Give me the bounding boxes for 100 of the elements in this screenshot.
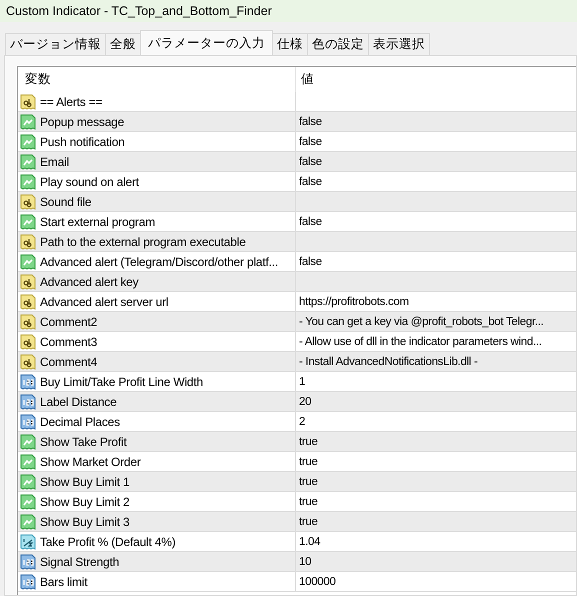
parameter-name: Show Market Order <box>40 454 141 468</box>
toggle-type-icon <box>20 494 36 510</box>
parameter-name: Popup message <box>40 114 124 128</box>
parameter-name: Comment2 <box>40 314 98 328</box>
text-type-icon <box>20 94 36 110</box>
tab[interactable]: パラメーターの入力 <box>140 30 273 55</box>
parameter-row[interactable]: == Alerts == <box>18 92 576 112</box>
parameter-value[interactable]: 2 <box>296 412 576 431</box>
parameter-value[interactable]: 1.04 <box>296 532 576 551</box>
toggle-type-icon <box>20 114 36 130</box>
tab[interactable]: 表示選択 <box>368 33 430 55</box>
parameter-value[interactable]: false <box>296 152 576 171</box>
parameter-value[interactable]: true <box>296 472 576 491</box>
parameter-value[interactable]: true <box>296 492 576 511</box>
parameter-row[interactable]: Popup message false <box>18 112 576 132</box>
fraction-type-icon <box>20 534 36 550</box>
parameter-name: Play sound on alert <box>40 174 139 188</box>
parameter-value[interactable]: false <box>296 252 576 271</box>
parameter-name: Advanced alert key <box>40 274 138 288</box>
parameter-name: Show Buy Limit 2 <box>40 494 130 508</box>
parameter-name: Show Buy Limit 1 <box>40 474 130 488</box>
parameter-value[interactable]: false <box>296 212 576 231</box>
parameter-value[interactable]: - You can get a key via @profit_robots_bot Telegr... <box>296 312 576 331</box>
parameter-name: Push notification <box>40 134 125 148</box>
parameter-row[interactable]: Push notification false <box>18 132 576 152</box>
parameter-name: Bars limit <box>40 574 88 588</box>
parameter-value[interactable]: true <box>296 512 576 531</box>
parameter-value[interactable]: 10 <box>296 552 576 571</box>
toggle-type-icon <box>20 474 36 490</box>
parameter-row[interactable]: Advanced alert server url https://profitrobots.com <box>18 292 576 312</box>
parameter-value[interactable]: true <box>296 432 576 451</box>
text-type-icon <box>20 354 36 370</box>
parameter-row[interactable]: Comment3 - Allow use of dll in the indicator parameters wind... <box>18 332 576 352</box>
parameter-value[interactable]: false <box>296 112 576 131</box>
parameter-name: Advanced alert server url <box>40 294 168 308</box>
parameter-name: Buy Limit/Take Profit Line Width <box>40 374 204 388</box>
parameter-row[interactable]: Advanced alert (Telegram/Discord/other platf... false <box>18 252 576 272</box>
parameter-row[interactable]: Sound file <box>18 192 576 212</box>
parameter-value[interactable]: 1 <box>296 372 576 391</box>
parameter-row[interactable]: Advanced alert key <box>18 272 576 292</box>
parameter-name: Comment4 <box>40 354 98 368</box>
parameter-value[interactable]: - Allow use of dll in the indicator parameters wind... <box>296 332 576 351</box>
toggle-type-icon <box>20 454 36 470</box>
number-type-icon <box>20 574 36 590</box>
parameter-name: Take Profit % (Default 4%) <box>40 534 176 548</box>
parameter-value[interactable]: 100000 <box>296 572 576 591</box>
parameter-row[interactable]: Show Take Profit true <box>18 432 576 452</box>
toggle-type-icon <box>20 154 36 170</box>
column-header[interactable]: 値 <box>296 67 576 92</box>
parameter-value[interactable]: https://profitrobots.com <box>296 292 576 311</box>
toggle-type-icon <box>20 434 36 450</box>
toggle-type-icon <box>20 174 36 190</box>
parameter-name: Show Take Profit <box>40 434 127 448</box>
parameter-row[interactable]: Play sound on alert false <box>18 172 576 192</box>
parameter-name: Comment3 <box>40 334 98 348</box>
parameter-name: Email <box>40 154 70 168</box>
text-type-icon <box>20 314 36 330</box>
parameter-row[interactable]: Take Profit % (Default 4%) 1.04 <box>18 532 576 552</box>
parameter-name: Signal Strength <box>40 554 120 568</box>
toggle-type-icon <box>20 134 36 150</box>
parameter-row[interactable]: Path to the external program executable <box>18 232 576 252</box>
window-title: Custom Indicator - TC_Top_and_Bottom_Finder <box>0 0 577 22</box>
parameter-row[interactable]: Start external program false <box>18 212 576 232</box>
text-type-icon <box>20 294 36 310</box>
parameter-row[interactable]: Show Market Order true <box>18 452 576 472</box>
number-type-icon <box>20 374 36 390</box>
text-type-icon <box>20 194 36 210</box>
parameter-name: Label Distance <box>40 394 117 408</box>
parameter-value[interactable]: true <box>296 452 576 471</box>
parameter-row[interactable]: Email false <box>18 152 576 172</box>
number-type-icon <box>20 554 36 570</box>
parameter-row[interactable]: Show Buy Limit 3 true <box>18 512 576 532</box>
number-type-icon <box>20 414 36 430</box>
parameter-row[interactable]: Show Buy Limit 1 true <box>18 472 576 492</box>
text-type-icon <box>20 274 36 290</box>
toggle-type-icon <box>20 254 36 270</box>
parameter-value[interactable]: false <box>296 172 576 191</box>
parameter-name: Advanced alert (Telegram/Discord/other platf... <box>40 254 278 268</box>
text-type-icon <box>20 234 36 250</box>
toggle-type-icon <box>20 514 36 530</box>
tab[interactable]: バージョン情報 <box>5 33 106 55</box>
text-type-icon <box>20 334 36 350</box>
parameter-row[interactable]: Comment2 - You can get a key via @profit_robots_bot Telegr... <box>18 312 576 332</box>
parameter-name: Sound file <box>40 194 92 208</box>
parameter-name: Show Buy Limit 3 <box>40 514 130 528</box>
parameter-row[interactable]: Label Distance 20 <box>18 392 576 412</box>
parameter-name: == Alerts == <box>40 94 102 108</box>
parameter-value[interactable]: false <box>296 132 576 151</box>
toggle-type-icon <box>20 214 36 230</box>
parameter-value[interactable]: - Install AdvancedNotificationsLib.dll - <box>296 352 576 371</box>
parameter-name: Decimal Places <box>40 414 120 428</box>
parameter-row[interactable]: Bars limit 100000 <box>18 572 576 592</box>
parameter-value[interactable]: 20 <box>296 392 576 411</box>
parameter-name: Start external program <box>40 214 155 228</box>
parameter-row[interactable]: Signal Strength 10 <box>18 552 576 572</box>
parameter-name: Path to the external program executable <box>40 234 246 248</box>
parameter-row[interactable]: Buy Limit/Take Profit Line Width 1 <box>18 372 576 392</box>
parameter-row[interactable]: Show Buy Limit 2 true <box>18 492 576 512</box>
parameter-row[interactable]: Decimal Places 2 <box>18 412 576 432</box>
parameter-row[interactable]: Comment4 - Install AdvancedNotificationsLib.dll - <box>18 352 576 372</box>
